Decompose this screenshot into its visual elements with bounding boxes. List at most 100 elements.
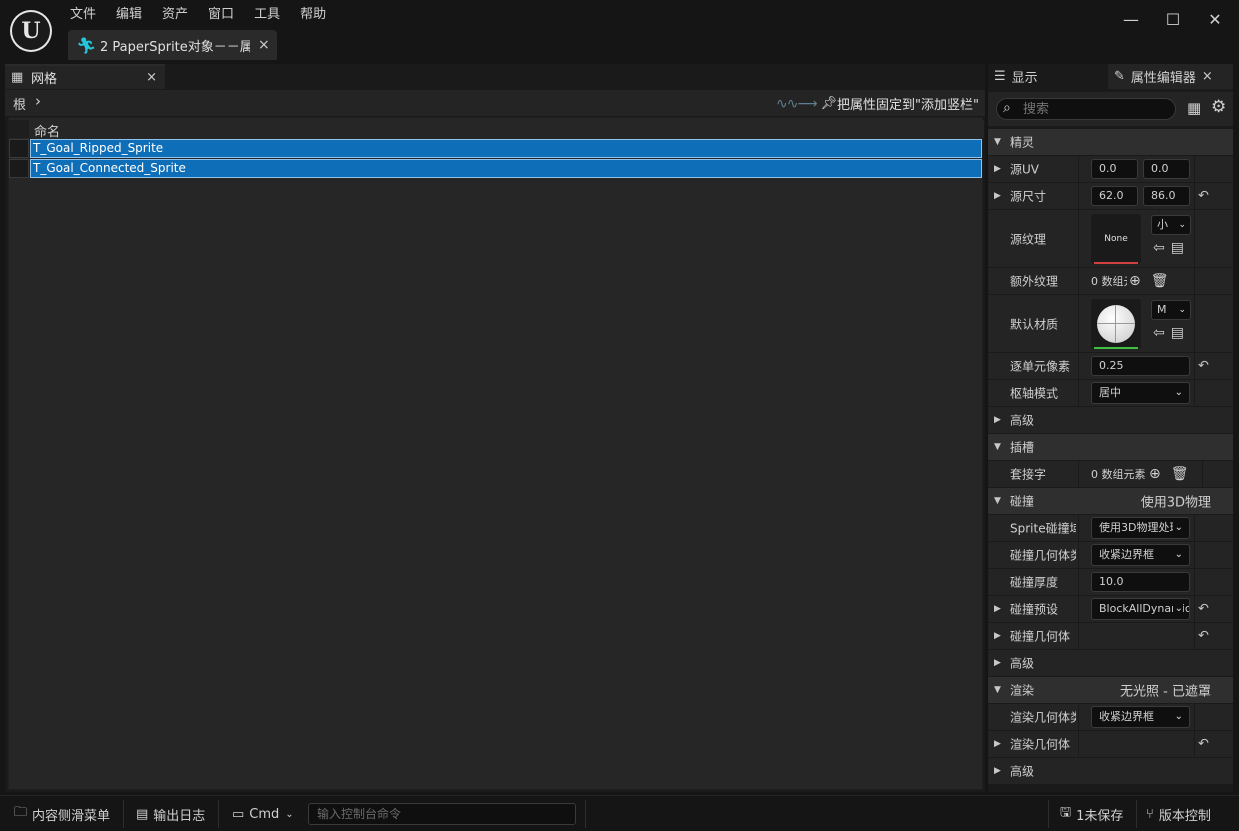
- collision-domain-select[interactable]: 使用3D物理处理 ⌄: [1091, 517, 1190, 539]
- table-cell[interactable]: T_Goal_Ripped_Sprite: [30, 139, 982, 158]
- source-uv-x-field[interactable]: 0.0: [1091, 159, 1138, 179]
- collapsed-arrow-icon[interactable]: ▶: [994, 191, 1001, 201]
- collapsed-arrow-icon[interactable]: ▶: [994, 766, 1001, 776]
- row-header[interactable]: [9, 159, 29, 178]
- divider: [1194, 353, 1195, 379]
- reset-arrow-icon[interactable]: ↶: [1198, 737, 1209, 752]
- unreal-logo-icon[interactable]: U: [10, 10, 52, 52]
- chevron-down-icon: ⌄: [1172, 383, 1183, 403]
- reset-arrow-icon[interactable]: ↶: [1198, 602, 1209, 617]
- chevron-right-icon[interactable]: ›: [35, 92, 41, 110]
- property-label: 源UV: [1010, 162, 1039, 177]
- grid-tab[interactable]: ▦ 网格 ×: [5, 64, 165, 89]
- document-tab[interactable]: 🏃︎ 2 PaperSprite对象－－属... ×: [68, 30, 277, 60]
- gear-icon[interactable]: ⚙: [1211, 97, 1226, 117]
- material-picker-combo[interactable]: M ⌄: [1151, 300, 1191, 320]
- divider: [1136, 800, 1137, 828]
- chevron-down-icon: ⌄: [1172, 707, 1183, 727]
- trash-icon[interactable]: 🗑︎: [1171, 466, 1189, 482]
- expanded-arrow-icon[interactable]: ▼: [994, 137, 1001, 147]
- property-label: 套接字: [1010, 467, 1047, 482]
- use-selected-icon[interactable]: ⇦: [1153, 325, 1165, 341]
- use-selected-icon[interactable]: ⇦: [1153, 240, 1165, 256]
- table-cell[interactable]: T_Goal_Connected_Sprite: [30, 159, 982, 178]
- table-row[interactable]: T_Goal_Ripped_Sprite: [9, 139, 984, 158]
- category-collision[interactable]: ▼ 碰撞 使用3D物理: [988, 488, 1233, 515]
- collapsed-arrow-icon[interactable]: ▶: [994, 415, 1001, 425]
- search-icon: ⌕: [1003, 100, 1011, 116]
- search-box[interactable]: ⌕: [996, 98, 1176, 120]
- close-grid-tab-icon[interactable]: ×: [146, 70, 157, 85]
- collapsed-arrow-icon[interactable]: ▶: [994, 739, 1001, 749]
- menu-asset[interactable]: 资产: [152, 4, 198, 26]
- close-tab-icon[interactable]: ×: [1202, 69, 1213, 84]
- source-dim-x-field[interactable]: 62.0: [1091, 186, 1138, 206]
- add-element-icon[interactable]: ⊕: [1129, 273, 1141, 289]
- trash-icon[interactable]: 🗑︎: [1151, 273, 1169, 289]
- material-thumbnail[interactable]: [1091, 299, 1141, 349]
- row-header[interactable]: [9, 139, 29, 158]
- pencil-icon: ✎: [1114, 69, 1125, 84]
- menu-file[interactable]: 文件: [60, 4, 106, 26]
- cmd-dropdown[interactable]: ▭ Cmd ⌄: [226, 802, 300, 826]
- expanded-arrow-icon[interactable]: ▼: [994, 685, 1001, 695]
- menu-window[interactable]: 窗口: [198, 4, 244, 26]
- texture-thumbnail[interactable]: None: [1091, 214, 1141, 264]
- menu-tools[interactable]: 工具: [244, 4, 290, 26]
- table-row[interactable]: T_Goal_Connected_Sprite: [9, 159, 984, 178]
- search-input[interactable]: [1023, 101, 1163, 117]
- add-element-icon[interactable]: ⊕: [1149, 466, 1161, 482]
- sprite-runner-icon: 🏃︎: [76, 35, 97, 55]
- reset-arrow-icon[interactable]: ↶: [1198, 629, 1209, 644]
- collapsed-arrow-icon[interactable]: ▶: [994, 658, 1001, 668]
- minimize-button[interactable]: —: [1119, 8, 1143, 32]
- expanded-arrow-icon[interactable]: ▼: [994, 442, 1001, 452]
- table-view-icon[interactable]: ▦: [1187, 99, 1201, 117]
- collapsed-arrow-icon[interactable]: ▶: [994, 164, 1001, 174]
- breadcrumb-root[interactable]: 根: [13, 94, 26, 113]
- texture-picker-combo[interactable]: 小 ⌄: [1151, 215, 1191, 235]
- maximize-button[interactable]: ☐: [1161, 8, 1185, 32]
- browse-asset-icon[interactable]: ▤: [1171, 325, 1184, 341]
- category-rendering[interactable]: ▼ 渲染 无光照 - 已遮罩: [988, 677, 1233, 704]
- content-drawer-label: 内容侧滑菜单: [32, 808, 111, 824]
- collision-preset-select[interactable]: BlockAllDynamic ⌄: [1091, 598, 1190, 620]
- property-advanced-sprite[interactable]: ▶ 高级: [988, 407, 1233, 434]
- reset-arrow-icon[interactable]: ↶: [1198, 189, 1209, 204]
- output-log-button[interactable]: ▤ 输出日志: [130, 802, 211, 826]
- pivot-mode-select[interactable]: 居中 ⌄: [1091, 382, 1190, 404]
- expanded-arrow-icon[interactable]: ▼: [994, 496, 1001, 506]
- source-uv-y-field[interactable]: 0.0: [1143, 159, 1190, 179]
- property-advanced-rendering[interactable]: ▶ 高级: [988, 758, 1233, 785]
- pin-hint-text: 把属性固定到"添加竖栏": [837, 98, 979, 113]
- menu-help[interactable]: 帮助: [290, 4, 336, 26]
- column-header-name[interactable]: 命名: [34, 121, 60, 140]
- console-command-input[interactable]: 输入控制台命令: [308, 803, 576, 825]
- category-sockets[interactable]: ▼ 插槽: [988, 434, 1233, 461]
- source-dim-y-field[interactable]: 86.0: [1143, 186, 1190, 206]
- close-window-button[interactable]: ✕: [1203, 8, 1227, 32]
- collision-geometry-type-select[interactable]: 收紧边界框 ⌄: [1091, 544, 1190, 566]
- array-actions: ⊕ 🗑︎: [1149, 466, 1189, 482]
- property-label: 默认材质: [1010, 317, 1059, 331]
- divider: [1194, 731, 1195, 757]
- render-geometry-type-select[interactable]: 收紧边界框 ⌄: [1091, 706, 1190, 728]
- pixels-per-unit-field[interactable]: 0.25: [1091, 356, 1190, 376]
- source-control-button[interactable]: ⑂ 版本控制: [1140, 802, 1217, 826]
- category-label: 插槽: [1010, 440, 1035, 455]
- unsaved-button[interactable]: 🖫 1未保存: [1054, 802, 1129, 826]
- category-sprite[interactable]: ▼ 精灵: [988, 129, 1233, 156]
- property-advanced-collision[interactable]: ▶ 高级: [988, 650, 1233, 677]
- close-tab-icon[interactable]: ×: [258, 37, 270, 53]
- tab-property-editor[interactable]: ✎ 属性编辑器 ×: [1108, 64, 1233, 89]
- collision-thickness-field[interactable]: 10.0: [1091, 572, 1190, 592]
- collapsed-arrow-icon[interactable]: ▶: [994, 604, 1001, 614]
- property-collision-thickness: 碰撞厚度 10.0: [988, 569, 1233, 596]
- reset-arrow-icon[interactable]: ↶: [1198, 359, 1209, 374]
- content-drawer-button[interactable]: 🗀 内容侧滑菜单: [8, 802, 116, 826]
- browse-asset-icon[interactable]: ▤: [1171, 240, 1184, 256]
- collapsed-arrow-icon[interactable]: ▶: [994, 631, 1001, 641]
- divider: [1078, 569, 1079, 595]
- tab-display[interactable]: ☰ 显示: [994, 64, 1104, 89]
- menu-edit[interactable]: 编辑: [106, 4, 152, 26]
